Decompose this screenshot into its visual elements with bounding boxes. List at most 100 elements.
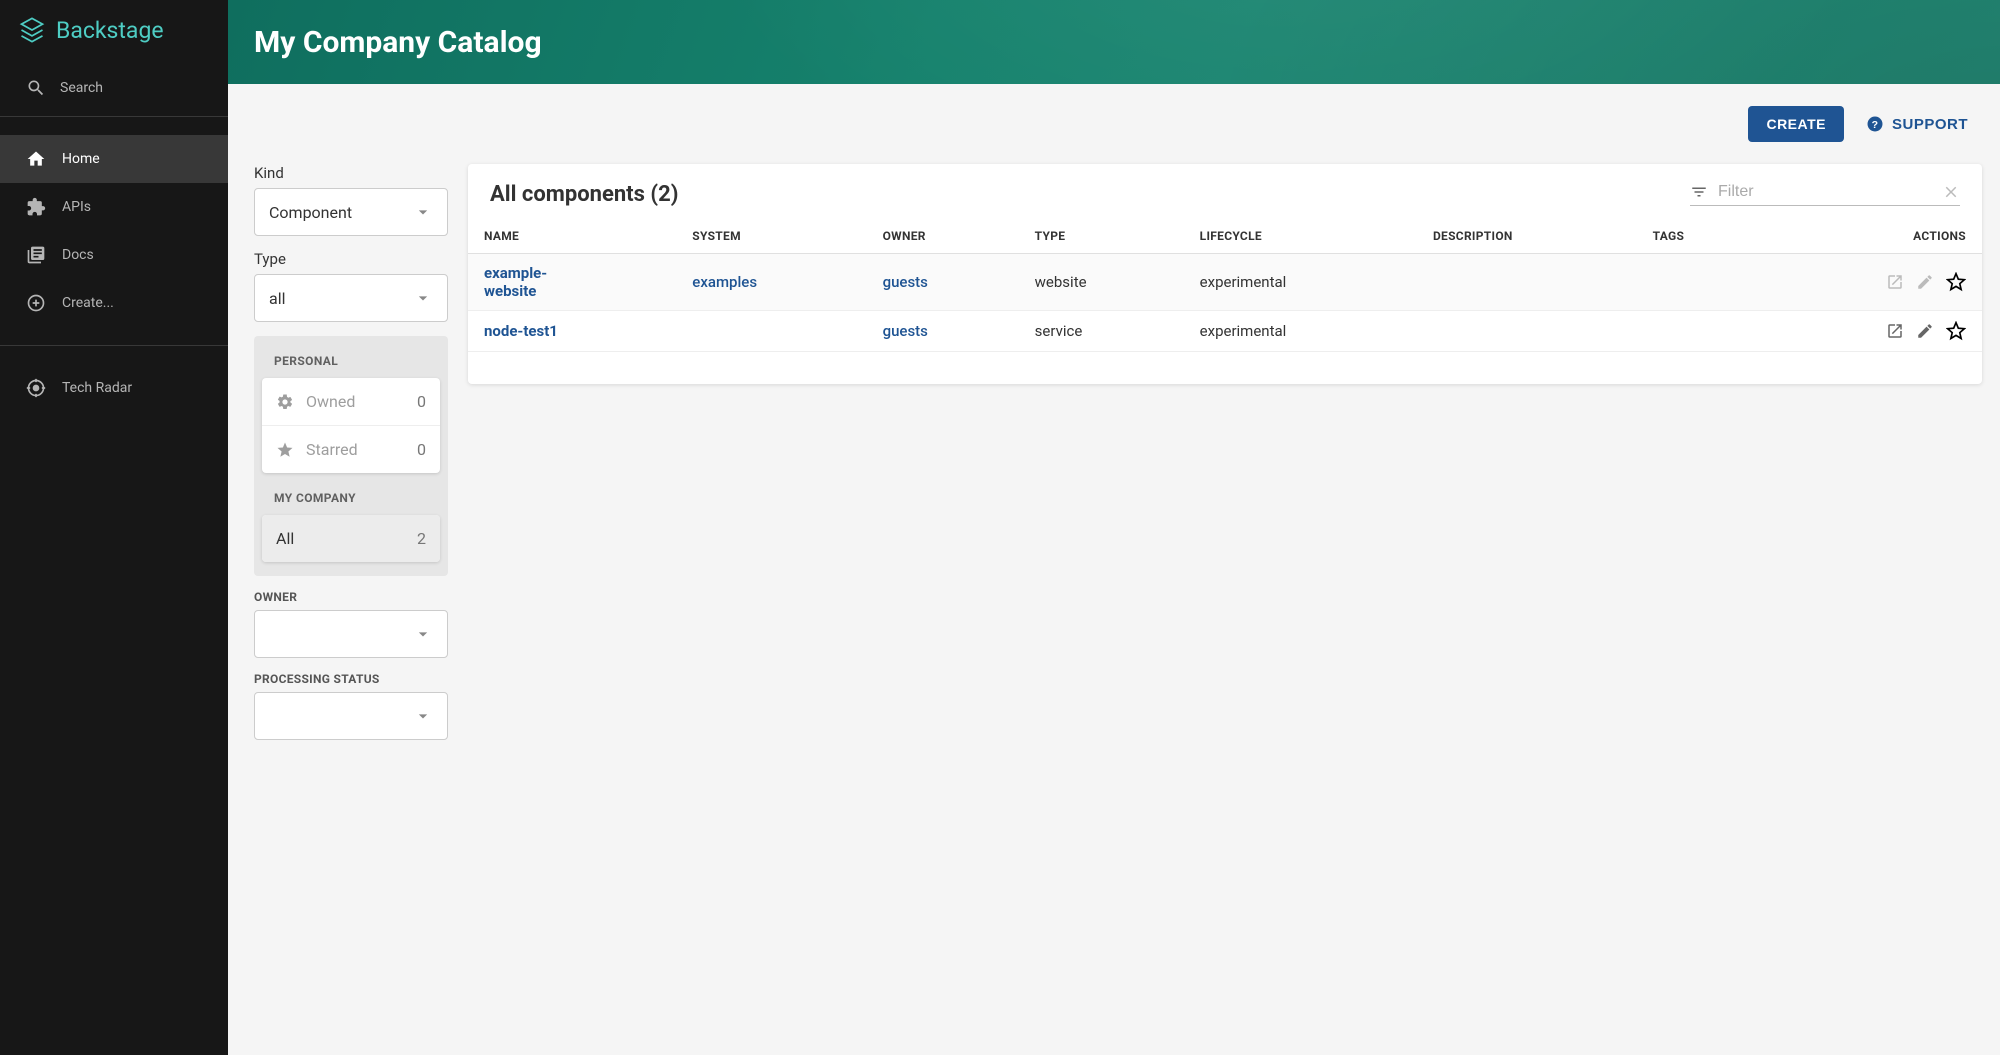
row-description [1417, 254, 1637, 311]
search-icon [26, 78, 46, 98]
table-row: example-website examples guests websiteexpe… [468, 254, 1982, 311]
chevron-down-icon [413, 706, 433, 726]
row-name-link[interactable]: example-website [484, 264, 547, 300]
type-label: Type [254, 250, 448, 268]
chevron-down-icon [413, 624, 433, 644]
panel-header: All components (2) [468, 164, 1982, 219]
sidebar-item-create[interactable]: Create... [0, 279, 228, 327]
type-select[interactable]: all [254, 274, 448, 322]
processing-label: PROCESSING STATUS [254, 672, 448, 686]
row-system-link[interactable]: examples [692, 273, 757, 291]
backstage-icon [18, 16, 46, 44]
brand-name: Backstage [56, 17, 164, 44]
star-outline-icon[interactable] [1946, 272, 1966, 292]
owned-label: Owned [306, 392, 355, 411]
home-icon [26, 149, 46, 169]
star-icon [276, 441, 294, 459]
filter-processing: PROCESSING STATUS [254, 672, 448, 740]
sidebar-item-label: Home [62, 151, 100, 167]
sidebar-item-apis[interactable]: APIs [0, 183, 228, 231]
edit-icon [1916, 273, 1934, 291]
filter-input[interactable] [1718, 183, 1932, 201]
kind-select[interactable]: Component [254, 188, 448, 236]
filter-owner: OWNER [254, 590, 448, 658]
col-tags[interactable]: TAGS [1637, 219, 1762, 254]
component-table: NAME SYSTEM OWNER TYPE LIFECYCLE DESCRIP… [468, 219, 1982, 352]
catalog-panel: All components (2) NAME SYSTEM OWNER TYP… [468, 164, 1982, 384]
row-owner-link[interactable]: guests [883, 322, 928, 340]
sidebar-item-label: APIs [62, 199, 91, 215]
processing-select[interactable] [254, 692, 448, 740]
sidebar-search-label: Search [60, 80, 103, 96]
sidebar-item-label: Tech Radar [62, 380, 132, 396]
chevron-down-icon [413, 288, 433, 308]
col-actions: ACTIONS [1762, 219, 1982, 254]
filter-column: Kind Component Type all PERSONAL [254, 164, 448, 1037]
open-in-new-icon[interactable] [1886, 322, 1904, 340]
filter-icon [1690, 183, 1708, 201]
svg-text:?: ? [1872, 119, 1879, 131]
starred-count: 0 [417, 440, 426, 459]
row-name-link[interactable]: node-test1 [484, 322, 558, 340]
clear-filter-icon[interactable] [1942, 183, 1960, 201]
row-lifecycle: experimental [1184, 254, 1417, 311]
chevron-down-icon [413, 202, 433, 222]
filter-personal-card: PERSONAL Owned 0 Starred 0 MY [254, 336, 448, 576]
sidebar-item-tech-radar[interactable]: Tech Radar [0, 364, 228, 412]
sidebar-item-docs[interactable]: Docs [0, 231, 228, 279]
col-type[interactable]: TYPE [1019, 219, 1184, 254]
filter-owned[interactable]: Owned 0 [262, 378, 440, 425]
row-tags [1637, 311, 1762, 352]
col-name[interactable]: NAME [468, 219, 676, 254]
company-header: MY COMPANY [262, 487, 440, 515]
support-label: SUPPORT [1892, 116, 1968, 133]
gear-icon [276, 393, 294, 411]
create-button[interactable]: CREATE [1748, 106, 1844, 142]
sidebar-nav: Home APIs Docs Create... [0, 117, 228, 346]
sidebar-item-home[interactable]: Home [0, 135, 228, 183]
brand-logo[interactable]: Backstage [0, 0, 228, 60]
row-owner-link[interactable]: guests [883, 273, 928, 291]
starred-label: Starred [306, 440, 358, 459]
type-value: all [269, 289, 285, 308]
col-system[interactable]: SYSTEM [676, 219, 866, 254]
row-tags [1637, 254, 1762, 311]
filter-all[interactable]: All 2 [262, 515, 440, 562]
kind-value: Component [269, 203, 352, 222]
col-lifecycle[interactable]: LIFECYCLE [1184, 219, 1417, 254]
owner-select[interactable] [254, 610, 448, 658]
help-icon: ? [1866, 115, 1884, 133]
sidebar-secondary: Tech Radar [0, 346, 228, 430]
open-in-new-icon [1886, 273, 1904, 291]
page-title: My Company Catalog [254, 25, 542, 60]
page-header: My Company Catalog [228, 0, 2000, 84]
col-owner[interactable]: OWNER [867, 219, 1019, 254]
star-outline-icon[interactable] [1946, 321, 1966, 341]
main: My Company Catalog CREATE ? SUPPORT Kind… [228, 0, 2000, 1055]
row-lifecycle: experimental [1184, 311, 1417, 352]
content: Kind Component Type all PERSONAL [228, 146, 2000, 1055]
filter-input-wrap [1690, 183, 1960, 206]
all-label: All [276, 529, 294, 548]
row-description [1417, 311, 1637, 352]
extension-icon [26, 197, 46, 217]
owner-label: OWNER [254, 590, 448, 604]
book-icon [26, 245, 46, 265]
all-count: 2 [417, 529, 426, 548]
sidebar-item-label: Docs [62, 247, 94, 263]
owned-count: 0 [417, 392, 426, 411]
sidebar: Backstage Search Home APIs Docs Cr [0, 0, 228, 1055]
filter-starred[interactable]: Starred 0 [262, 425, 440, 473]
panel-title: All components (2) [490, 182, 678, 207]
sidebar-search[interactable]: Search [0, 60, 228, 117]
edit-icon[interactable] [1916, 322, 1934, 340]
target-icon [26, 378, 46, 398]
row-type: website [1019, 254, 1184, 311]
filter-type: Type all [254, 250, 448, 322]
support-button[interactable]: ? SUPPORT [1866, 115, 1968, 133]
add-circle-icon [26, 293, 46, 313]
row-type: service [1019, 311, 1184, 352]
col-description[interactable]: DESCRIPTION [1417, 219, 1637, 254]
filter-kind: Kind Component [254, 164, 448, 236]
personal-header: PERSONAL [262, 350, 440, 378]
